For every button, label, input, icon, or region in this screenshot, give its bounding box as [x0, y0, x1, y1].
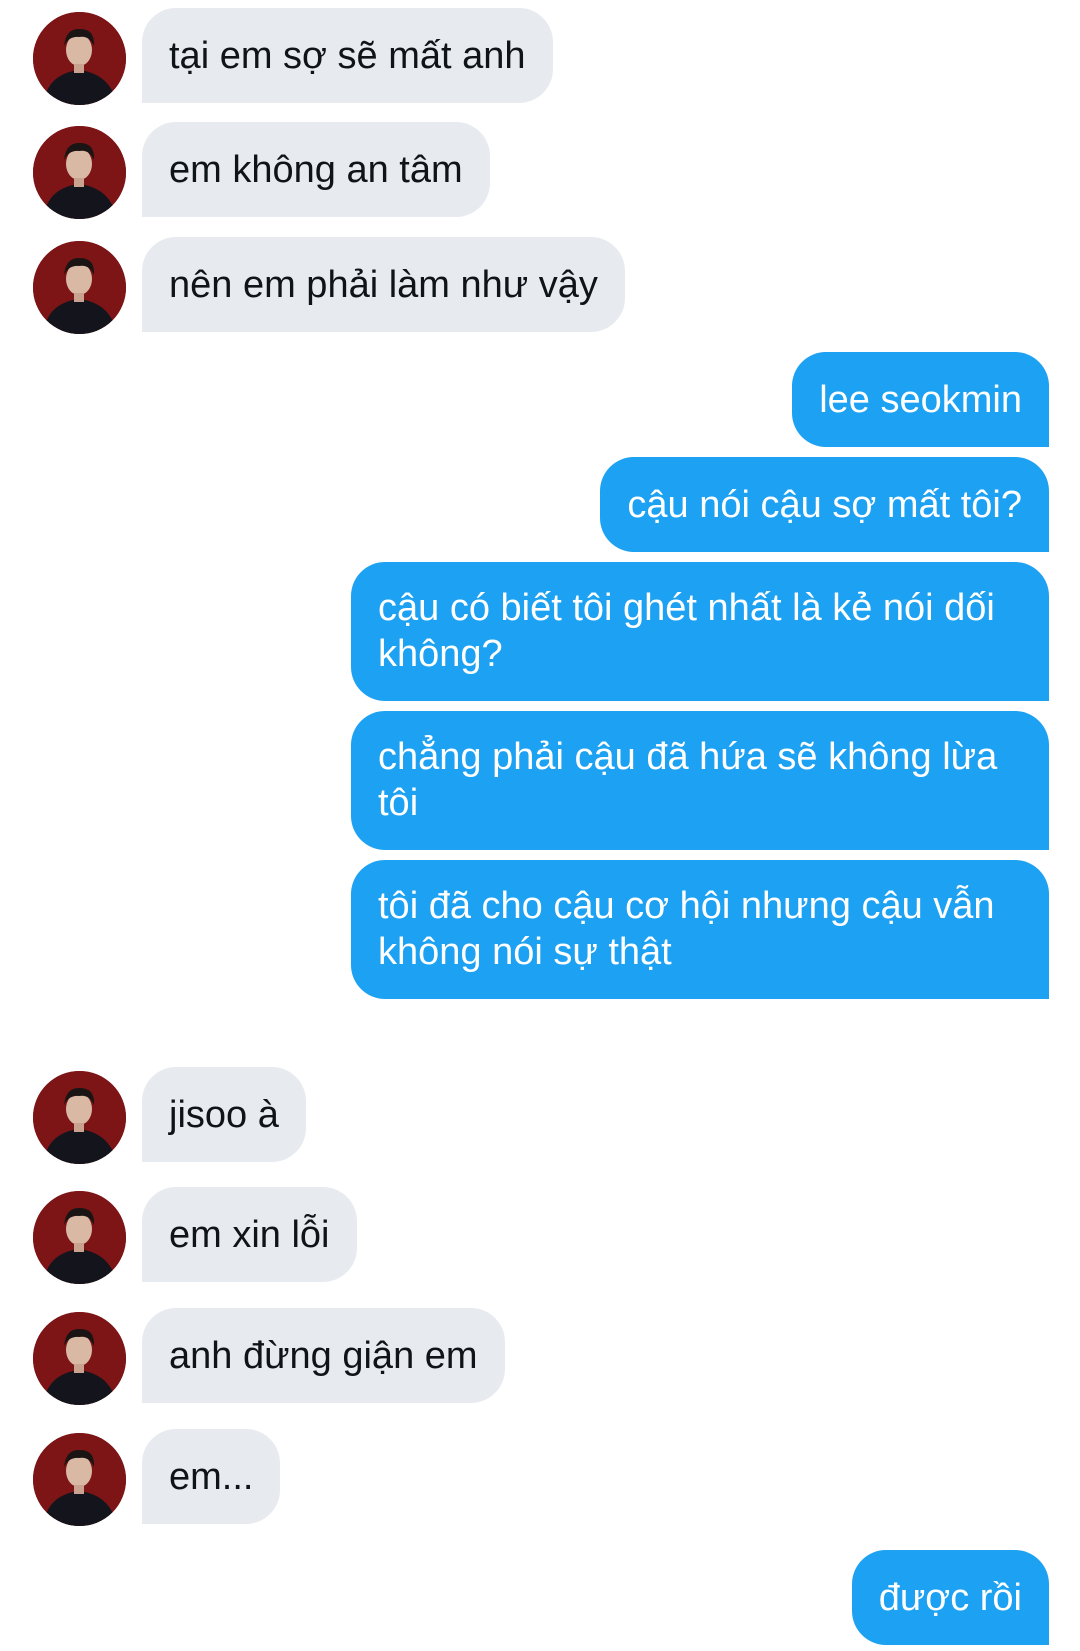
- message-text: chẳng phải cậu đã hứa sẽ không lừa tôi: [378, 736, 998, 824]
- contact-avatar[interactable]: [33, 1191, 126, 1284]
- message-text: tôi đã cho cậu cơ hội nhưng cậu vẫn khôn…: [378, 885, 995, 973]
- message-text: em không an tâm: [169, 148, 463, 191]
- contact-avatar[interactable]: [33, 1433, 126, 1526]
- outgoing-message-bubble[interactable]: cậu có biết tôi ghét nhất là kẻ nói dối …: [351, 562, 1049, 701]
- message-text: em xin lỗi: [169, 1213, 330, 1256]
- incoming-message-bubble[interactable]: em...: [142, 1429, 281, 1524]
- incoming-message-bubble[interactable]: anh đừng giận em: [142, 1308, 505, 1403]
- message-text: tại em sợ sẽ mất anh: [169, 34, 526, 77]
- outgoing-message-bubble[interactable]: chẳng phải cậu đã hứa sẽ không lừa tôi: [351, 711, 1049, 850]
- message-text: anh đừng giận em: [169, 1334, 478, 1377]
- incoming-message-bubble[interactable]: jisoo à: [142, 1067, 306, 1162]
- incoming-message-bubble[interactable]: tại em sợ sẽ mất anh: [142, 8, 553, 103]
- outgoing-message-bubble[interactable]: được rồi: [851, 1550, 1049, 1645]
- contact-avatar[interactable]: [33, 241, 126, 334]
- incoming-message-bubble[interactable]: nên em phải làm như vậy: [142, 237, 625, 332]
- incoming-message-bubble[interactable]: em không an tâm: [142, 122, 490, 217]
- contact-avatar[interactable]: [33, 1071, 126, 1164]
- contact-avatar[interactable]: [33, 12, 126, 105]
- contact-avatar[interactable]: [33, 126, 126, 219]
- outgoing-message-bubble[interactable]: tôi đã cho cậu cơ hội nhưng cậu vẫn khôn…: [351, 860, 1049, 999]
- message-text: em...: [169, 1455, 254, 1498]
- incoming-message-bubble[interactable]: em xin lỗi: [142, 1187, 357, 1282]
- message-text: cậu có biết tôi ghét nhất là kẻ nói dối …: [378, 587, 995, 675]
- message-text: được rồi: [878, 1576, 1022, 1619]
- message-text: lee seokmin: [819, 378, 1022, 421]
- message-text: nên em phải làm như vậy: [169, 263, 598, 306]
- contact-avatar[interactable]: [33, 1312, 126, 1405]
- outgoing-message-bubble[interactable]: lee seokmin: [792, 352, 1049, 447]
- message-text: jisoo à: [169, 1093, 279, 1136]
- message-text: cậu nói cậu sợ mất tôi?: [627, 483, 1022, 526]
- outgoing-message-bubble[interactable]: cậu nói cậu sợ mất tôi?: [600, 457, 1049, 552]
